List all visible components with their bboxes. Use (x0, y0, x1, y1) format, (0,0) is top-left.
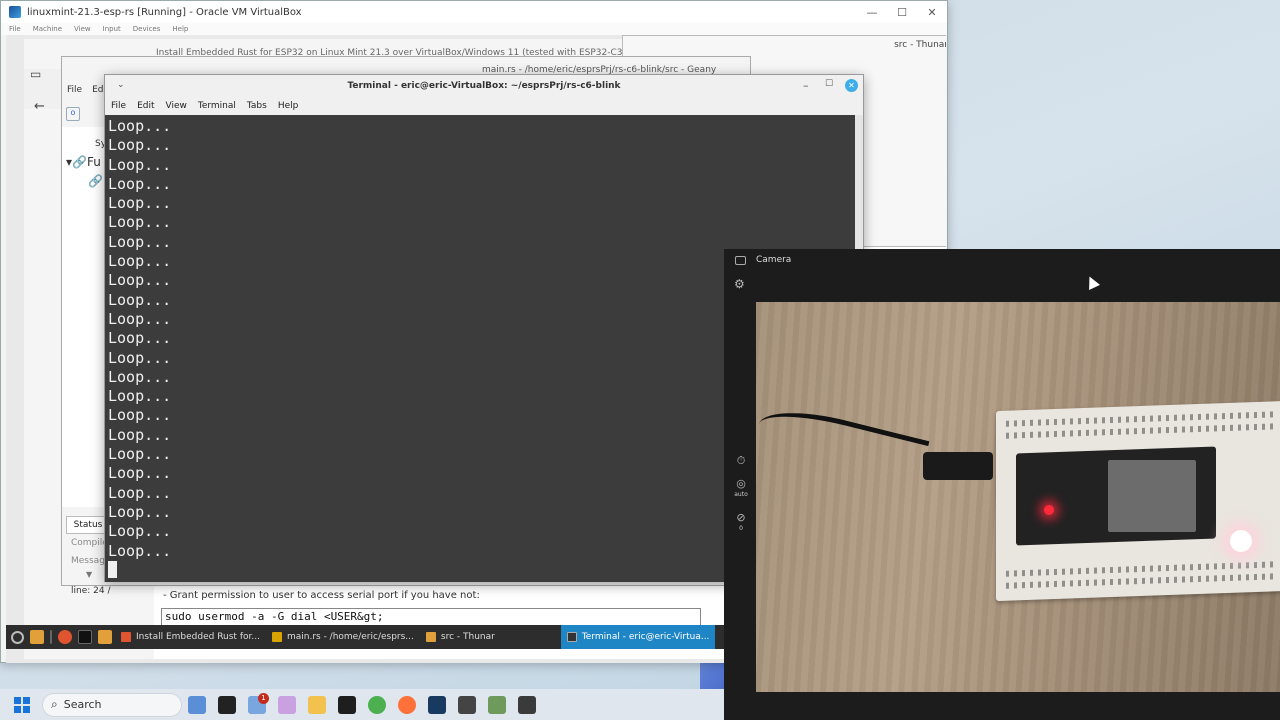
terminal-menu-help[interactable]: Help (278, 97, 299, 115)
terminal-menubar: File Edit View Terminal Tabs Help (105, 97, 863, 115)
virtualbox-app-icon[interactable] (428, 695, 446, 714)
thunar-title[interactable]: src - Thunar (623, 40, 946, 50)
terminal-line: Loop... (108, 213, 172, 232)
geany-menu-file[interactable]: File (67, 85, 82, 95)
vbox-menu-devices[interactable]: Devices (133, 23, 161, 35)
taskbar-item-label: Terminal - eric@eric-Virtua... (581, 632, 710, 642)
taskbar-item-geany[interactable]: main.rs - /home/eric/esprs... (266, 625, 420, 649)
led-glow (1230, 530, 1252, 552)
terminal-line: Loop... (108, 155, 172, 174)
files-launcher-icon[interactable] (30, 630, 44, 644)
separator (50, 630, 52, 644)
terminal-menu-tabs[interactable]: Tabs (247, 97, 267, 115)
task-view-icon[interactable] (218, 695, 236, 714)
geany-compiler-tab[interactable]: Compile (71, 538, 108, 548)
widgets-icon[interactable] (188, 695, 206, 714)
geany-symbol-sidebar: Sy ▾🔗Fu 🔗r (62, 127, 110, 507)
terminal-line: Loop... (108, 136, 172, 155)
firefox-launcher-icon[interactable] (58, 630, 72, 644)
vbox-menu-file[interactable]: File (9, 23, 21, 35)
camera-app-icon (735, 256, 746, 265)
vbox-menu-view[interactable]: View (74, 23, 91, 35)
firefox-icon (121, 632, 131, 642)
windows-start-icon[interactable] (14, 696, 30, 713)
terminal-cursor (108, 560, 117, 578)
geany-line-info: line: 24 / (71, 586, 111, 596)
terminal-launcher-icon[interactable] (78, 630, 92, 644)
virtualbox-menubar: File Machine View Input Devices Help (1, 23, 947, 35)
taskbar-item-thunar[interactable]: src - Thunar (420, 625, 501, 649)
vbox-menu-input[interactable]: Input (103, 23, 121, 35)
camera-preview (756, 302, 1280, 692)
terminal-title: Terminal - eric@eric-VirtualBox: ~/esprs… (347, 81, 621, 91)
taskbar-item-firefox[interactable]: Install Embedded Rust for... (115, 625, 266, 649)
virtualbox-minimize-button[interactable]: — (857, 6, 887, 19)
terminal-titlebar[interactable]: Terminal - eric@eric-VirtualBox: ~/esprs… (105, 75, 863, 97)
taskbar-item-terminal[interactable]: Terminal - eric@eric-Virtua... (560, 625, 716, 649)
notification-badge: 1 (258, 693, 269, 704)
terminal-close-button[interactable]: ✕ (845, 79, 858, 92)
virtualbox-titlebar[interactable]: linuxmint-21.3-esp-rs [Running] - Oracle… (1, 1, 947, 23)
app-icon[interactable] (458, 695, 476, 714)
terminal-line: Loop... (108, 117, 172, 135)
red-led (1044, 505, 1054, 515)
settings-gear-icon[interactable]: ⚙ (734, 277, 745, 291)
firefox-back-icon[interactable]: ← (34, 99, 45, 114)
windows-search-box[interactable]: ⌕ Search (42, 692, 182, 717)
terminal-maximize-button[interactable]: ☐ (825, 79, 833, 89)
virtualbox-maximize-button[interactable]: ☐ (887, 6, 917, 19)
esp32-module (1108, 460, 1196, 532)
grant-permission-text: - Grant permission to user to access ser… (163, 590, 480, 601)
terminal-line: Loop... (108, 194, 172, 213)
snipping-tool-icon[interactable] (278, 695, 296, 714)
terminal-icon (566, 632, 577, 642)
geany-toolbar-icon[interactable]: o (66, 107, 80, 121)
terminal-menu-view[interactable]: View (166, 97, 187, 115)
tree-item-functions[interactable]: ▾🔗Fu (66, 155, 101, 169)
timer-icon[interactable]: ⏱ (732, 455, 750, 466)
geany-icon (271, 632, 282, 642)
taskbar-item-label: Install Embedded Rust for... (136, 632, 260, 642)
usb-plug (923, 452, 993, 480)
mint-taskbar: Install Embedded Rust for... main.rs - /… (6, 625, 724, 649)
virtualbox-close-button[interactable]: ✕ (917, 6, 947, 19)
terminal-line: Loop... (108, 174, 172, 193)
terminal-menu-file[interactable]: File (111, 97, 126, 115)
search-placeholder: Search (63, 698, 102, 711)
terminal-menu-terminal[interactable]: Terminal (198, 97, 236, 115)
terminal-menu-chevron-icon[interactable]: ⌄ (117, 80, 125, 90)
terminal-app-icon[interactable] (338, 695, 356, 714)
virtualbox-logo-icon (9, 6, 21, 18)
vbox-menu-help[interactable]: Help (172, 23, 188, 35)
geany-expand-icon[interactable]: ▼ (86, 570, 92, 579)
folder-launcher-icon[interactable] (98, 630, 112, 644)
folder-icon (425, 632, 436, 642)
taskbar-item-label: main.rs - /home/eric/esprs... (286, 632, 414, 642)
windows-taskbar: ⌕ Search (0, 689, 724, 720)
camera-window: Camera ⚙ ⏱ ◎ auto ⊘ 0 (724, 249, 1280, 720)
focus-icon[interactable]: ◎ auto (732, 478, 750, 500)
virtualbox-title: linuxmint-21.3-esp-rs [Running] - Oracle… (27, 6, 302, 18)
firefox-reader-icon[interactable]: ▭ (30, 67, 41, 81)
terminal-menu-edit[interactable]: Edit (137, 97, 154, 115)
camera-app-taskbar-icon[interactable] (518, 695, 536, 714)
camera-title: Camera (756, 255, 792, 265)
camera-controls: ⏱ ◎ auto ⊘ 0 (732, 455, 750, 546)
taskbar-item-label: src - Thunar (440, 632, 495, 642)
terminal-minimize-button[interactable]: – (803, 79, 809, 92)
vbox-menu-machine[interactable]: Machine (33, 23, 62, 35)
exposure-icon[interactable]: ⊘ 0 (732, 512, 750, 534)
search-icon: ⌕ (51, 697, 58, 711)
file-explorer-icon[interactable] (308, 695, 326, 714)
mint-menu-icon[interactable] (11, 630, 24, 644)
firefox-app-icon[interactable] (398, 695, 416, 714)
notepad-app-icon[interactable] (488, 695, 506, 714)
chrome-icon[interactable] (368, 695, 386, 714)
